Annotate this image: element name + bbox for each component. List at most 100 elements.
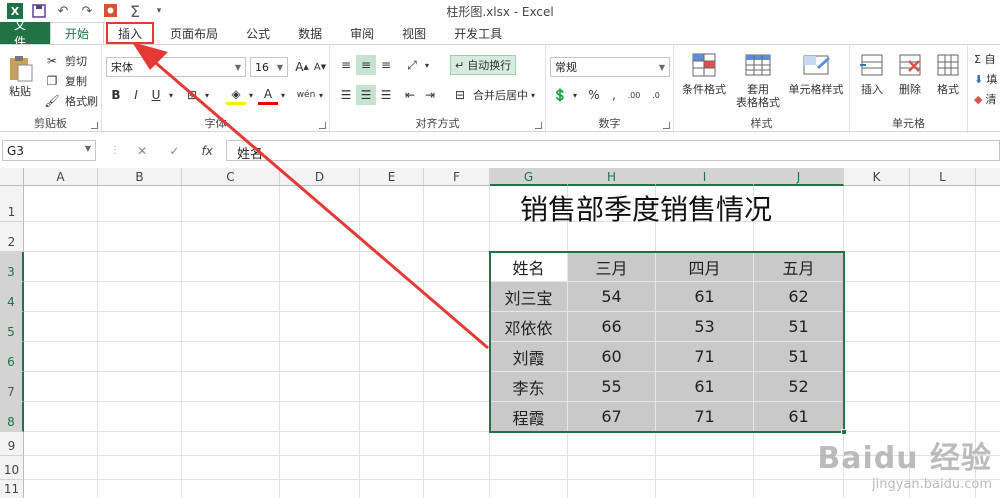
orientation-button[interactable]: ⤢ ▾ <box>402 55 429 75</box>
cancel-icon[interactable]: ✕ <box>137 144 147 158</box>
row-header-10[interactable]: 10 <box>0 456 24 480</box>
tab-developer[interactable]: 开发工具 <box>440 22 516 44</box>
row-header-11[interactable]: 11 <box>0 480 24 498</box>
col-header-k[interactable]: K <box>844 168 910 186</box>
align-left-button[interactable]: ☰ <box>336 85 356 105</box>
record-macro-icon[interactable] <box>100 1 122 21</box>
row-header-5[interactable]: 5 <box>0 312 24 342</box>
tab-file[interactable]: 文件 <box>0 18 50 49</box>
tab-insert[interactable]: 插入 <box>104 22 156 44</box>
col-header-f[interactable]: F <box>424 168 490 186</box>
borders-button[interactable]: ⊞ ▾ <box>182 85 209 105</box>
conditional-formatting-button[interactable]: 条件格式 <box>678 51 730 96</box>
align-top-button[interactable]: ≡ <box>336 55 356 75</box>
align-center-button[interactable]: ☰ <box>356 85 376 105</box>
number-format-combo[interactable]: 常规 ▼ <box>550 57 670 77</box>
col-header-e[interactable]: E <box>360 168 424 186</box>
enter-icon[interactable]: ✓ <box>169 144 179 158</box>
cell-styles-icon <box>803 55 830 75</box>
format-as-table-button[interactable]: 套用 表格格式 <box>732 51 784 109</box>
currency-button[interactable]: 💲 ▾ <box>550 85 578 105</box>
autosum-button[interactable]: Σ 自 <box>974 51 995 67</box>
row-header-3[interactable]: 3 <box>0 252 24 282</box>
row-header-4[interactable]: 4 <box>0 282 24 312</box>
align-bottom-button[interactable]: ≡ <box>376 55 396 75</box>
alignment-launcher-icon[interactable] <box>535 122 542 129</box>
cut-button[interactable]: ✂ 剪切 <box>42 51 87 71</box>
font-size-combo[interactable]: 16 ▼ <box>250 57 288 77</box>
tab-view[interactable]: 视图 <box>388 22 440 44</box>
col-header-i[interactable]: I <box>656 168 754 186</box>
number-launcher-icon[interactable] <box>663 122 670 129</box>
merge-center-button[interactable]: ⊟ 合并后居中 ▾ <box>450 85 535 105</box>
tab-page-layout[interactable]: 页面布局 <box>156 22 232 44</box>
col-header-m[interactable] <box>976 168 1000 186</box>
sheet-title[interactable]: 销售部季度销售情况 <box>520 188 772 228</box>
insert-cells-button[interactable]: 插入 <box>854 51 890 96</box>
insert-function-button[interactable]: fx <box>202 144 213 158</box>
increase-font-button[interactable]: A ▲ <box>292 57 312 77</box>
shrink-font-icon: A ▼ <box>313 61 327 73</box>
clipboard-launcher-icon[interactable] <box>91 122 98 129</box>
watermark-brand: Baidu 经验 <box>817 441 992 476</box>
font-name-combo[interactable]: 宋体 ▼ <box>106 57 246 77</box>
wrap-text-button[interactable]: ↵ 自动换行 <box>450 55 517 75</box>
col-header-c[interactable]: C <box>182 168 280 186</box>
cell-styles-button[interactable]: 单元格样式 <box>784 51 848 96</box>
delete-cells-icon <box>899 54 921 76</box>
align-middle-button[interactable]: ≡ <box>356 55 376 75</box>
tab-review[interactable]: 审阅 <box>336 22 388 44</box>
clipboard-label: 剪贴板 <box>34 117 67 130</box>
row-header-1[interactable]: 1 <box>0 186 24 222</box>
comma-button[interactable]: , <box>604 85 624 105</box>
italic-button[interactable]: I <box>126 85 146 105</box>
formula-buttons: ✕ ✓ fx <box>126 140 224 161</box>
decrease-font-button[interactable]: A ▼ <box>310 57 330 77</box>
row-header-8[interactable]: 8 <box>0 402 24 432</box>
customize-qat-icon[interactable]: ▾ <box>148 1 170 21</box>
eraser-icon: ◆ <box>974 92 983 106</box>
font-launcher-icon[interactable] <box>319 122 326 129</box>
col-header-h[interactable]: H <box>568 168 656 186</box>
col-header-b[interactable]: B <box>98 168 182 186</box>
col-header-d[interactable]: D <box>280 168 360 186</box>
merge-icon: ⊟ <box>454 88 466 102</box>
editing-group: Σ 自 ⬇ 填 ◆ 清 <box>968 45 1000 133</box>
alignment-group: ≡ ≡ ≡ ⤢ ▾ ↵ 自动换行 ☰ ☰ ☰ ⇤ ⇥ ⊟ 合并后居中 ▾ 对齐方式 <box>330 45 546 133</box>
paste-button[interactable]: 粘贴 <box>4 53 36 98</box>
phonetic-button[interactable]: wén ▾ <box>296 85 323 105</box>
col-header-a[interactable]: A <box>24 168 98 186</box>
fill-color-button[interactable]: ◈ ▾ <box>226 85 253 105</box>
increase-decimal-button[interactable]: .00 <box>624 85 644 105</box>
increase-indent-button[interactable]: ⇥ <box>420 85 440 105</box>
copy-button[interactable]: ❐ 复制 <box>42 71 87 91</box>
redo-icon[interactable]: ↷ <box>76 1 98 21</box>
clear-button[interactable]: ◆ 清 <box>974 91 996 107</box>
col-header-g[interactable]: G <box>490 168 568 186</box>
row-header-6[interactable]: 6 <box>0 342 24 372</box>
decrease-decimal-button[interactable]: .0 <box>646 85 666 105</box>
tab-data[interactable]: 数据 <box>284 22 336 44</box>
decrease-indent-button[interactable]: ⇤ <box>400 85 420 105</box>
row-header-2[interactable]: 2 <box>0 222 24 252</box>
name-box[interactable]: G3 ▼ <box>2 140 96 161</box>
underline-button[interactable]: U ▾ <box>146 85 173 105</box>
format-cells-button[interactable]: 格式 <box>930 51 966 96</box>
delete-cells-button[interactable]: 删除 <box>892 51 928 96</box>
formula-input[interactable]: 姓名 <box>226 140 1000 162</box>
percent-button[interactable]: % <box>584 85 604 105</box>
autosum-icon[interactable]: Σ <box>124 1 146 21</box>
undo-icon[interactable]: ↶ <box>52 1 74 21</box>
row-header-7[interactable]: 7 <box>0 372 24 402</box>
format-painter-button[interactable]: 🖌 格式刷 <box>42 91 98 111</box>
fill-button[interactable]: ⬇ 填 <box>974 71 997 87</box>
bold-button[interactable]: B <box>106 85 126 105</box>
col-header-j[interactable]: J <box>754 168 844 186</box>
font-color-button[interactable]: A ▾ <box>258 85 285 105</box>
select-all-corner[interactable] <box>0 168 24 186</box>
align-right-button[interactable]: ☰ <box>376 85 396 105</box>
row-header-9[interactable]: 9 <box>0 432 24 456</box>
col-header-l[interactable]: L <box>910 168 976 186</box>
tab-formulas[interactable]: 公式 <box>232 22 284 44</box>
tab-home[interactable]: 开始 <box>50 22 105 44</box>
